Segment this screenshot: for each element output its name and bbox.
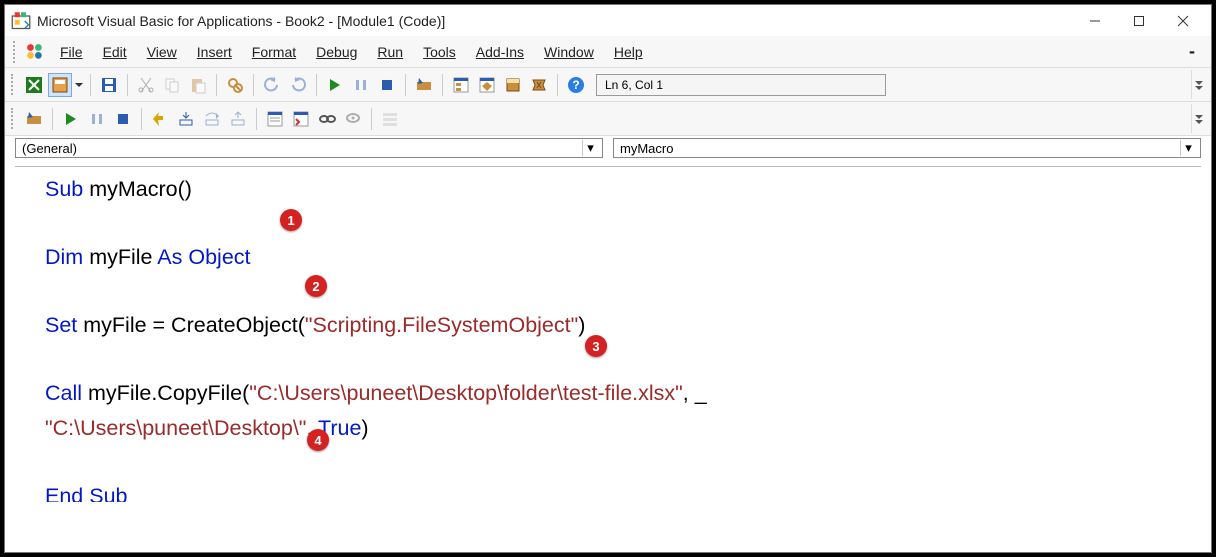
undo-icon[interactable] — [260, 73, 284, 97]
run-icon[interactable] — [323, 73, 347, 97]
call-stack-icon[interactable] — [378, 107, 402, 131]
title-bar: Microsoft Visual Basic for Applications … — [5, 5, 1211, 36]
step-into-icon[interactable] — [174, 107, 198, 131]
annotation-badge-2: 2 — [305, 275, 327, 297]
menu-bar: File Edit View Insert Format Debug Run T… — [5, 36, 1211, 68]
object-dropdown-value: (General) — [22, 141, 77, 156]
procedure-dropdown-value: myMacro — [620, 141, 673, 156]
vba-menu-icon — [24, 41, 46, 63]
watch-window-icon[interactable] — [315, 107, 339, 131]
annotation-badge-4: 4 — [307, 429, 329, 451]
cursor-position: Ln 6, Col 1 — [596, 74, 886, 96]
grip-icon — [13, 41, 18, 63]
view-excel-icon[interactable] — [22, 73, 46, 97]
vba-app-icon — [11, 11, 31, 31]
project-explorer-icon[interactable] — [449, 73, 473, 97]
svg-text:?: ? — [572, 78, 579, 92]
close-button[interactable] — [1161, 8, 1205, 34]
reset-icon[interactable] — [111, 107, 135, 131]
menu-addins[interactable]: Add-Ins — [466, 40, 534, 64]
annotation-badge-3: 3 — [585, 335, 607, 357]
menu-debug[interactable]: Debug — [306, 40, 367, 64]
minimize-button[interactable] — [1073, 8, 1117, 34]
insert-module-icon[interactable] — [48, 73, 72, 97]
vba-window: Microsoft Visual Basic for Applications … — [4, 4, 1212, 553]
redo-icon[interactable] — [286, 73, 310, 97]
window-title: Microsoft Visual Basic for Applications … — [37, 13, 445, 29]
immediate-window-icon[interactable] — [289, 107, 313, 131]
object-dropdown[interactable]: (General) ▾ — [15, 138, 603, 158]
reset-icon[interactable] — [375, 73, 399, 97]
menu-run[interactable]: Run — [367, 40, 413, 64]
design-mode-icon[interactable] — [412, 73, 436, 97]
locals-window-icon[interactable] — [263, 107, 287, 131]
break-icon[interactable] — [85, 107, 109, 131]
standard-toolbar: ? Ln 6, Col 1 — [5, 68, 1211, 102]
grip-icon — [11, 74, 16, 95]
paste-icon[interactable] — [186, 73, 210, 97]
debug-toolbar — [5, 102, 1211, 136]
procedure-dropdown[interactable]: myMacro ▾ — [613, 138, 1201, 158]
save-icon[interactable] — [97, 73, 121, 97]
step-out-icon[interactable] — [226, 107, 250, 131]
help-icon[interactable]: ? — [564, 73, 588, 97]
find-icon[interactable] — [223, 73, 247, 97]
break-icon[interactable] — [349, 73, 373, 97]
design-mode-icon[interactable] — [22, 107, 46, 131]
dropdown-arrow-icon[interactable] — [74, 81, 84, 89]
menu-view[interactable]: View — [137, 40, 187, 64]
code-navigation-bar: (General) ▾ myMacro ▾ — [5, 136, 1211, 160]
copy-icon[interactable] — [160, 73, 184, 97]
toggle-breakpoint-icon[interactable] — [148, 107, 172, 131]
menu-window[interactable]: Window — [534, 40, 604, 64]
menu-format[interactable]: Format — [242, 40, 306, 64]
quick-watch-icon[interactable] — [341, 107, 365, 131]
properties-window-icon[interactable] — [475, 73, 499, 97]
step-over-icon[interactable] — [200, 107, 224, 131]
menu-tools[interactable]: Tools — [413, 40, 466, 64]
cut-icon[interactable] — [134, 73, 158, 97]
menu-file[interactable]: File — [50, 40, 93, 64]
maximize-button[interactable] — [1117, 8, 1161, 34]
annotation-badge-1: 1 — [280, 209, 302, 231]
toolbar-overflow-icon[interactable] — [1191, 70, 1205, 99]
toolbar-overflow-icon[interactable] — [1191, 104, 1205, 133]
toolbox-icon[interactable] — [527, 73, 551, 97]
grip-icon — [11, 108, 16, 129]
run-icon[interactable] — [59, 107, 83, 131]
menu-edit[interactable]: Edit — [93, 40, 137, 64]
menu-insert[interactable]: Insert — [187, 40, 242, 64]
code-editor[interactable]: Sub myMacro() Dim myFile As Object Set m… — [15, 166, 1201, 502]
close-document-button[interactable]: - — [1189, 41, 1203, 62]
chevron-down-icon: ▾ — [1180, 140, 1196, 156]
chevron-down-icon: ▾ — [582, 140, 598, 156]
menu-help[interactable]: Help — [604, 40, 653, 64]
object-browser-icon[interactable] — [501, 73, 525, 97]
